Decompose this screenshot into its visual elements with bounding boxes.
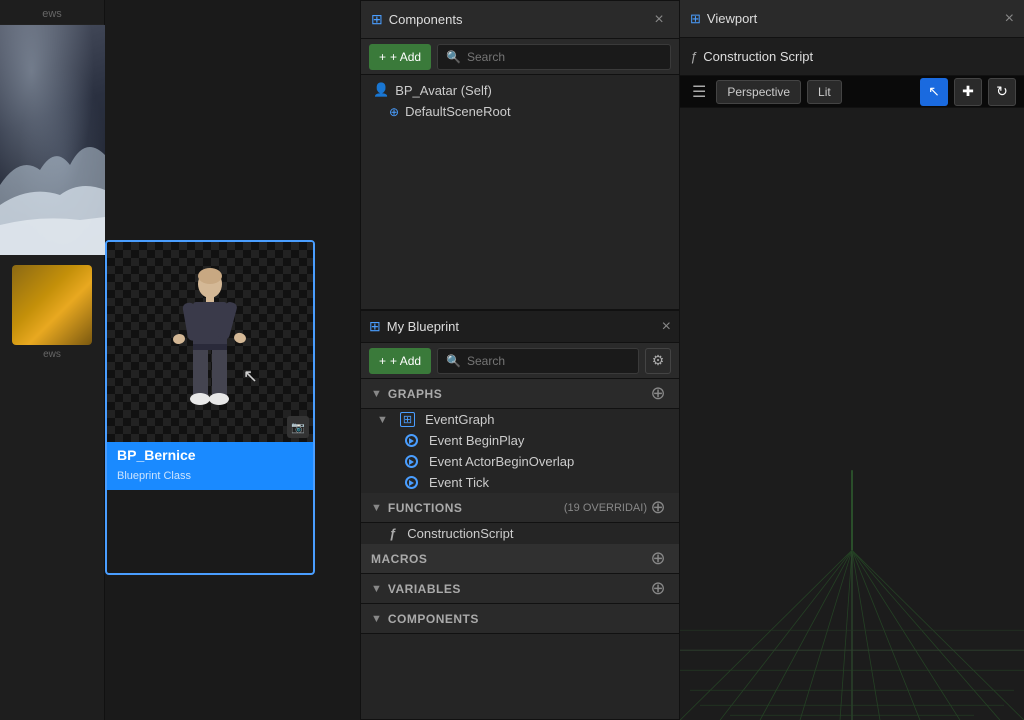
actor-begin-overlap-icon [405,455,418,468]
character-figure [160,262,260,442]
hamburger-menu-button[interactable]: ☰ [688,80,710,104]
event-tick-item[interactable]: Event Tick [361,472,679,493]
components-section-header[interactable]: ▼ Components [361,604,679,634]
variables-expand-arrow: ▼ [371,583,382,595]
blueprint-tab-icon: ⊞ [369,318,381,335]
components-section-expand: ▼ [371,613,382,625]
scene-root-icon: ⊕ [389,105,399,119]
event-actor-begin-overlap-item[interactable]: Event ActorBeginOverlap [361,451,679,472]
bp-avatar-label: BP_Avatar (Self) [395,83,492,98]
graphs-expand-arrow: ▼ [371,388,382,400]
components-panel: ⊞ Components × + + Add 🔍 👤 BP_Avatar (Se… [360,0,680,310]
viewport-grid [680,353,1024,720]
asset-card-small[interactable] [12,265,92,345]
components-search-input[interactable] [467,50,662,64]
cursor-icon: ↖ [243,366,258,387]
asset-card-preview: ↖ 📷 [107,242,313,442]
blueprint-settings-button[interactable]: ⚙ [645,348,671,374]
tree-item-default-scene-root[interactable]: ⊕ DefaultSceneRoot [361,101,679,122]
components-tab: ⊞ Components × [361,1,679,39]
graphs-section-header[interactable]: ▼ GRAPHS ⊕ [361,379,679,409]
components-section-label: Components [388,612,669,626]
functions-section-header[interactable]: ▼ FUNCTIONS (19 OVERRIDAI) ⊕ [361,493,679,523]
blueprint-add-button[interactable]: + + Add [369,348,431,374]
components-tab-title: Components [389,12,463,27]
blueprint-search-box[interactable]: 🔍 [437,348,639,374]
viewport-close-button[interactable]: × [1005,10,1014,28]
perspective-button[interactable]: Perspective [716,80,801,104]
variables-add-button[interactable]: ⊕ [647,578,669,600]
event-begin-play-item[interactable]: Event BeginPlay [361,430,679,451]
event-graph-icon: ⊞ [400,412,415,427]
avatar-icon: 👤 [373,82,389,98]
add-icon: + [379,50,386,64]
event-graph-expand: ▼ [377,414,388,426]
sidebar-label: ews [0,0,104,25]
asset-type-label: Blueprint Class [107,468,313,490]
lit-button[interactable]: Lit [807,80,842,104]
variables-section-header[interactable]: ▼ VARIABLES ⊕ [361,574,679,604]
construction-tab-title: Construction Script [703,49,813,64]
construction-script-label: ConstructionScript [407,526,513,541]
left-sidebar: ews ews [0,0,105,720]
asset-name-label: BP_Bernice [107,442,313,468]
begin-play-icon [405,434,418,447]
my-blueprint-panel: ⊞ My Blueprint × + + Add 🔍 ⚙ ▼ GRAPHS ⊕ … [360,310,680,720]
components-tab-icon: ⊞ [371,11,383,28]
sidebar-ews-label: ews [39,345,65,364]
macros-section-header[interactable]: MACROS ⊕ [361,544,679,574]
components-add-button[interactable]: + + Add [369,44,431,70]
functions-add-button[interactable]: ⊕ [647,497,669,519]
viewport-panel: ⊞ Viewport × ƒ Construction Script ☰ Per… [680,0,1024,720]
viewport-tab-icon: ⊞ [690,11,701,27]
functions-override-count: (19 OVERRIDAI) [564,502,647,514]
viewport-toolbar: ☰ Perspective Lit ↖ ✚ ↻ [680,76,1024,108]
move-button[interactable]: ✚ [954,78,982,106]
graphs-add-button[interactable]: ⊕ [647,383,669,405]
asset-card-main[interactable]: ↖ 📷 BP_Bernice Blueprint Class [105,240,315,575]
event-actor-begin-overlap-label: Event ActorBeginOverlap [429,454,574,469]
construction-tab-icon: ƒ [690,49,697,64]
components-toolbar: + + Add 🔍 [361,39,679,75]
event-graph-label: EventGraph [425,412,494,427]
graphs-label: GRAPHS [388,387,647,401]
functions-expand-arrow: ▼ [371,502,382,514]
viewport-tab: ⊞ Viewport × [680,0,1024,38]
viewport-content[interactable] [680,108,1024,720]
blueprint-toolbar: + + Add 🔍 ⚙ [361,343,679,379]
bp-add-icon: + [379,354,386,368]
event-tick-label: Event Tick [429,475,489,490]
components-close-button[interactable]: × [649,10,669,30]
macros-label: MACROS [371,552,647,566]
components-search-box[interactable]: 🔍 [437,44,671,70]
default-scene-root-label: DefaultSceneRoot [405,104,511,119]
blueprint-search-input[interactable] [467,354,630,368]
viewport-tab-title: Viewport [707,11,757,26]
construction-tab[interactable]: ƒ Construction Script [680,38,1024,76]
components-tree: 👤 BP_Avatar (Self) ⊕ DefaultSceneRoot [361,75,679,309]
blueprint-tab: ⊞ My Blueprint × [361,311,679,343]
construction-script-item[interactable]: ƒ ConstructionScript [361,523,679,544]
variables-label: VARIABLES [388,582,647,596]
rotate-button[interactable]: ↻ [988,78,1016,106]
construction-func-icon: ƒ [389,526,396,541]
event-tick-icon [405,476,418,489]
transform-button[interactable]: ↖ [920,78,948,106]
tree-item-bp-avatar[interactable]: 👤 BP_Avatar (Self) [361,79,679,101]
bp-search-icon: 🔍 [446,354,461,368]
macros-add-button[interactable]: ⊕ [647,548,669,570]
blueprint-close-button[interactable]: × [662,318,671,336]
event-graph-item[interactable]: ▼ ⊞ EventGraph [361,409,679,430]
event-begin-play-label: Event BeginPlay [429,433,524,448]
search-icon: 🔍 [446,50,461,64]
functions-label: FUNCTIONS [388,501,560,515]
camera-icon: 📷 [287,416,309,438]
blueprint-tab-title: My Blueprint [387,319,459,334]
